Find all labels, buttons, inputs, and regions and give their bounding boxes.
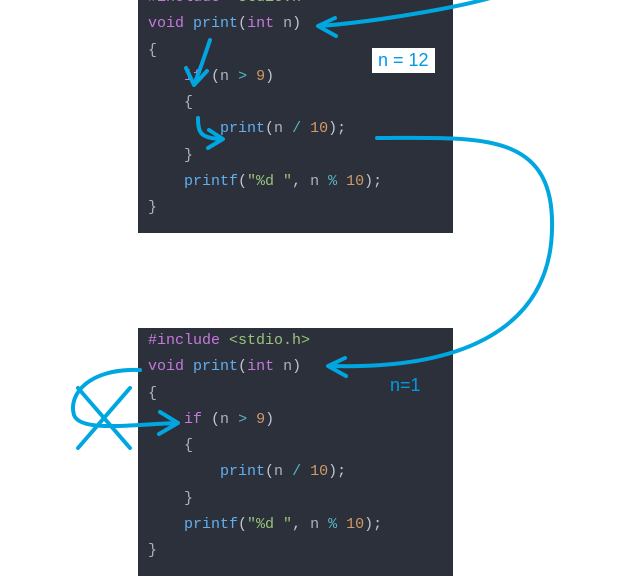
- code-text: n: [283, 358, 292, 375]
- code-text: print: [193, 358, 238, 375]
- code-text: n: [220, 411, 229, 428]
- code-text: 9: [256, 411, 265, 428]
- code-text: 9: [256, 68, 265, 85]
- diagram-canvas: #include <stdio.h> void print(int n) { i…: [0, 0, 638, 587]
- code-text: void: [148, 358, 184, 375]
- code-text: n: [220, 68, 229, 85]
- code-text: int: [247, 15, 274, 32]
- code-text: 10: [346, 173, 364, 190]
- code-text: void: [148, 15, 184, 32]
- code-text: n: [274, 120, 283, 137]
- code-text: }: [184, 490, 193, 507]
- code-text: /: [292, 463, 301, 480]
- code-text: >: [238, 411, 247, 428]
- code-text: if: [184, 411, 202, 428]
- code-block-2-content: #include <stdio.h> void print(int n) { i…: [138, 328, 453, 568]
- code-text: print: [193, 15, 238, 32]
- code-text: #include: [148, 332, 220, 349]
- code-text: n: [310, 516, 319, 533]
- code-text: printf: [184, 516, 238, 533]
- code-text: int: [247, 358, 274, 375]
- code-text: }: [148, 199, 157, 216]
- code-text: 10: [310, 463, 328, 480]
- code-text: n: [310, 173, 319, 190]
- code-block-2: #include <stdio.h> void print(int n) { i…: [138, 328, 453, 576]
- code-block-1-content: #include <stdio.h> void print(int n) { i…: [138, 0, 453, 225]
- code-text: %: [328, 516, 337, 533]
- code-text: "%d ": [247, 173, 292, 190]
- code-text: printf: [184, 173, 238, 190]
- code-text: }: [148, 542, 157, 559]
- annotation-n12: n = 12: [372, 48, 435, 73]
- code-text: <stdio.h>: [229, 0, 310, 6]
- code-text: n: [283, 15, 292, 32]
- code-text: print: [220, 120, 265, 137]
- code-text: %: [328, 173, 337, 190]
- code-text: n: [274, 463, 283, 480]
- code-text: #include: [148, 0, 220, 6]
- code-text: <stdio.h>: [229, 332, 310, 349]
- code-text: {: [184, 437, 193, 454]
- code-text: if: [184, 68, 202, 85]
- code-text: /: [292, 120, 301, 137]
- code-text: 10: [346, 516, 364, 533]
- code-text: "%d ": [247, 516, 292, 533]
- code-text: }: [184, 147, 193, 164]
- code-text: {: [184, 94, 193, 111]
- code-text: print: [220, 463, 265, 480]
- x-mark-stroke-1: [78, 388, 130, 448]
- x-mark-stroke-2: [78, 388, 130, 448]
- code-text: {: [148, 42, 157, 59]
- annotation-n1: n=1: [384, 373, 427, 398]
- code-text: >: [238, 68, 247, 85]
- code-block-1: #include <stdio.h> void print(int n) { i…: [138, 0, 453, 233]
- code-text: 10: [310, 120, 328, 137]
- code-text: {: [148, 385, 157, 402]
